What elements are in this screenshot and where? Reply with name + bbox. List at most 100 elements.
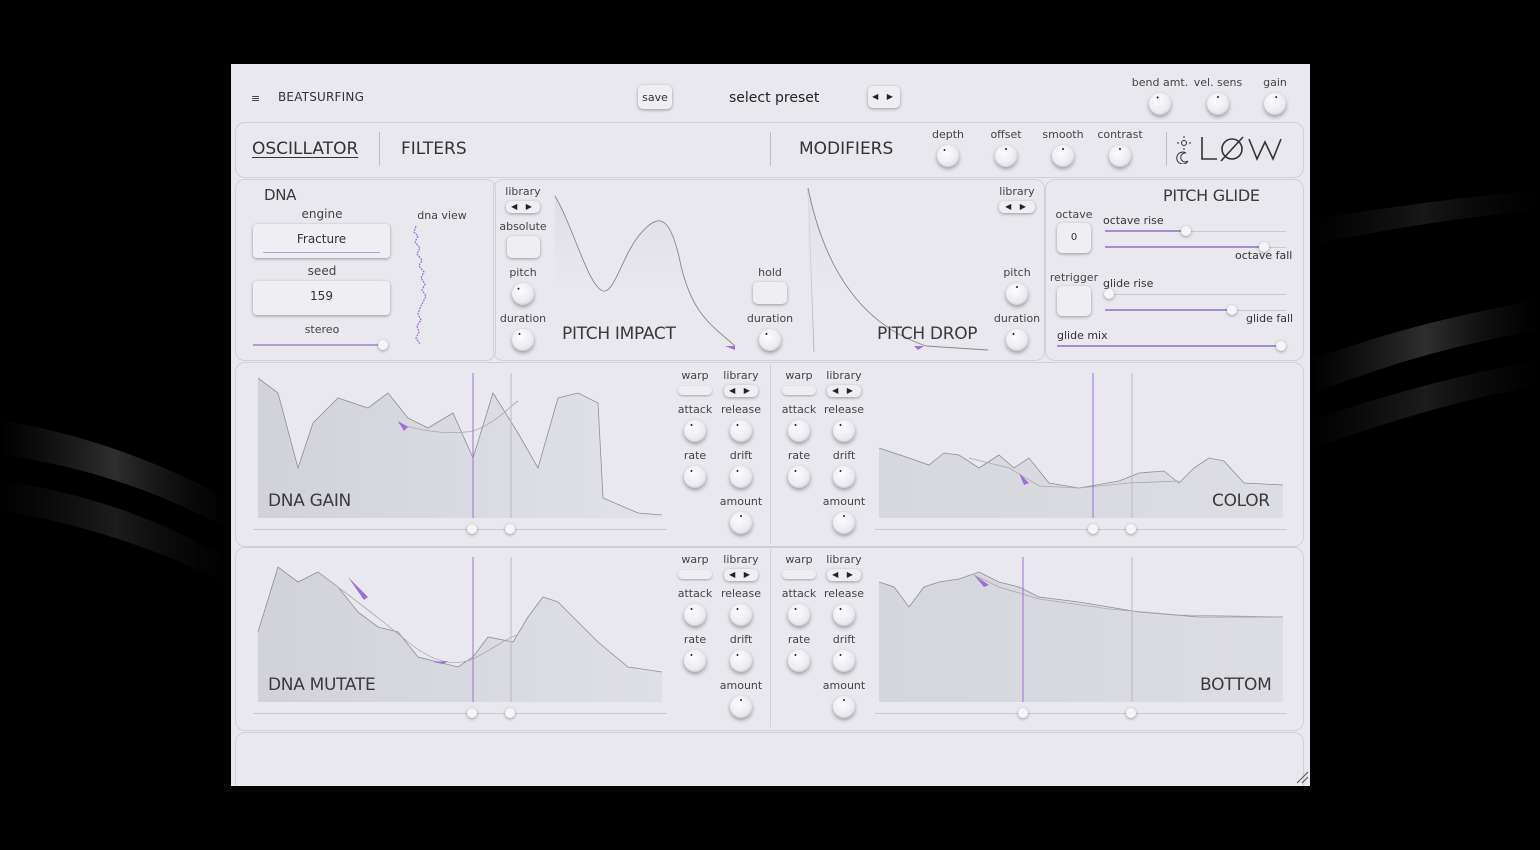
- retrigger-toggle[interactable]: [1057, 286, 1091, 316]
- preset-arrows[interactable]: ◀ ▶: [868, 86, 900, 108]
- dna-gain-range-slider[interactable]: [253, 524, 667, 534]
- bottom-range-slider[interactable]: [875, 708, 1287, 718]
- env1-amount-label: amount: [719, 495, 763, 508]
- env3-rate-knob[interactable]: [684, 650, 706, 672]
- glide-mix-slider-thumb[interactable]: [1276, 341, 1287, 351]
- envelope-center-divider-2: [770, 549, 771, 727]
- absolute-toggle[interactable]: [507, 236, 540, 258]
- dna-mutate-range-end-thumb[interactable]: [505, 708, 515, 718]
- color-title: COLOR: [1212, 491, 1270, 511]
- env3-drift-knob[interactable]: [730, 650, 752, 672]
- offset-knob[interactable]: [995, 145, 1017, 167]
- retrigger-label: retrigger: [1049, 271, 1099, 284]
- dna-view-label: dna view: [417, 209, 467, 222]
- bottom-title: BOTTOM: [1200, 675, 1272, 695]
- tab-modifiers[interactable]: MODIFIERS: [799, 139, 893, 159]
- env1-drift-knob[interactable]: [730, 466, 752, 488]
- depth-knob[interactable]: [937, 145, 959, 167]
- contrast-knob[interactable]: [1109, 145, 1131, 167]
- env3-release-knob[interactable]: [730, 604, 752, 626]
- env1-rate-knob[interactable]: [684, 466, 706, 488]
- stereo-slider-thumb[interactable]: [378, 340, 389, 350]
- hold-label: hold: [758, 266, 782, 279]
- pitch-impact-pitch-knob[interactable]: [512, 283, 534, 305]
- env4-library-arrows[interactable]: ◀ ▶: [827, 569, 861, 581]
- octave-rise-slider-thumb[interactable]: [1181, 226, 1192, 236]
- env4-warp-toggle[interactable]: [782, 570, 816, 579]
- env2-warp-toggle[interactable]: [782, 386, 816, 395]
- bottom-range-start-thumb[interactable]: [1018, 708, 1028, 718]
- low-logo: [1201, 136, 1282, 162]
- env1-warp-toggle[interactable]: [678, 386, 712, 395]
- env3-attack-knob[interactable]: [684, 604, 706, 626]
- color-range-slider[interactable]: [875, 524, 1287, 534]
- env4-rate-knob[interactable]: [788, 650, 810, 672]
- gain-label: gain: [1263, 76, 1287, 89]
- env3-warp-toggle[interactable]: [678, 570, 712, 579]
- env1-library-arrows[interactable]: ◀ ▶: [724, 385, 758, 397]
- env4-drift-label: drift: [832, 633, 856, 646]
- glide-rise-slider[interactable]: [1103, 289, 1286, 299]
- glide-fall-slider-thumb[interactable]: [1226, 305, 1237, 315]
- env4-amount-knob[interactable]: [833, 696, 855, 718]
- glide-fall-label: glide fall: [1246, 312, 1294, 325]
- env4-release-knob[interactable]: [833, 604, 855, 626]
- tab-filters[interactable]: FILTERS: [401, 139, 467, 159]
- env2-release-knob[interactable]: [833, 420, 855, 442]
- env2-drift-knob[interactable]: [833, 466, 855, 488]
- pitch-drop-library-arrows[interactable]: ◀ ▶: [999, 201, 1035, 213]
- octave-fall-slider[interactable]: [1105, 242, 1286, 252]
- env2-rate-knob[interactable]: [788, 466, 810, 488]
- env4-attack-knob[interactable]: [788, 604, 810, 626]
- color-range-start-thumb[interactable]: [1088, 524, 1098, 534]
- env3-library-label: library: [723, 553, 759, 566]
- octave-rise-slider[interactable]: [1105, 226, 1286, 236]
- env2-attack-knob[interactable]: [788, 420, 810, 442]
- hamburger-icon[interactable]: ≡: [251, 92, 260, 105]
- glide-rise-label: glide rise: [1103, 277, 1154, 290]
- preset-selector[interactable]: select preset: [729, 90, 819, 106]
- dna-mutate-range-start-thumb[interactable]: [467, 708, 477, 718]
- sun-moon-icon[interactable]: [1175, 136, 1193, 164]
- env3-amount-knob[interactable]: [730, 696, 752, 718]
- depth-label: depth: [931, 128, 965, 141]
- dna-gain-range-end-thumb[interactable]: [505, 524, 515, 534]
- velocity-sensitivity-knob[interactable]: [1207, 93, 1229, 115]
- glide-rise-slider-thumb[interactable]: [1103, 289, 1114, 299]
- env3-amount-label: amount: [719, 679, 763, 692]
- bend-amount-knob[interactable]: [1149, 93, 1171, 115]
- tab-oscillator[interactable]: OSCILLATOR: [252, 139, 358, 159]
- env1-attack-knob[interactable]: [684, 420, 706, 442]
- hold-toggle[interactable]: [753, 282, 787, 304]
- env1-release-knob[interactable]: [730, 420, 752, 442]
- stereo-slider[interactable]: [253, 340, 389, 350]
- env2-amount-knob[interactable]: [833, 512, 855, 534]
- dna-view-display: [413, 225, 427, 345]
- pitch-impact-library-arrows[interactable]: ◀ ▶: [506, 201, 540, 213]
- pitch-impact-duration-knob[interactable]: [512, 329, 534, 351]
- tab-divider-3: [1166, 132, 1167, 166]
- gain-knob[interactable]: [1264, 93, 1286, 115]
- env1-amount-knob[interactable]: [730, 512, 752, 534]
- dna-gain-range-start-thumb[interactable]: [467, 524, 477, 534]
- glide-fall-slider[interactable]: [1105, 305, 1286, 315]
- pitch-drop-duration-knob[interactable]: [1006, 329, 1028, 351]
- env1-release-label: release: [720, 403, 762, 416]
- bottom-range-end-thumb[interactable]: [1126, 708, 1136, 718]
- offset-label: offset: [990, 128, 1022, 141]
- resize-handle-icon[interactable]: [1295, 770, 1309, 784]
- velocity-sensitivity-label: vel. sens: [1193, 76, 1243, 89]
- dna-mutate-range-slider[interactable]: [253, 708, 667, 718]
- pitch-drop-pitch-knob[interactable]: [1006, 283, 1028, 305]
- env3-library-arrows[interactable]: ◀ ▶: [724, 569, 758, 581]
- stereo-label: stereo: [304, 323, 340, 336]
- smooth-knob[interactable]: [1052, 145, 1074, 167]
- pitch-impact-duration2-knob[interactable]: [759, 329, 781, 351]
- env4-drift-knob[interactable]: [833, 650, 855, 672]
- tab-divider-2: [770, 132, 771, 166]
- env3-attack-label: attack: [677, 587, 713, 600]
- glide-mix-slider[interactable]: [1057, 341, 1287, 351]
- env1-attack-label: attack: [677, 403, 713, 416]
- env2-library-arrows[interactable]: ◀ ▶: [827, 385, 861, 397]
- color-range-end-thumb[interactable]: [1126, 524, 1136, 534]
